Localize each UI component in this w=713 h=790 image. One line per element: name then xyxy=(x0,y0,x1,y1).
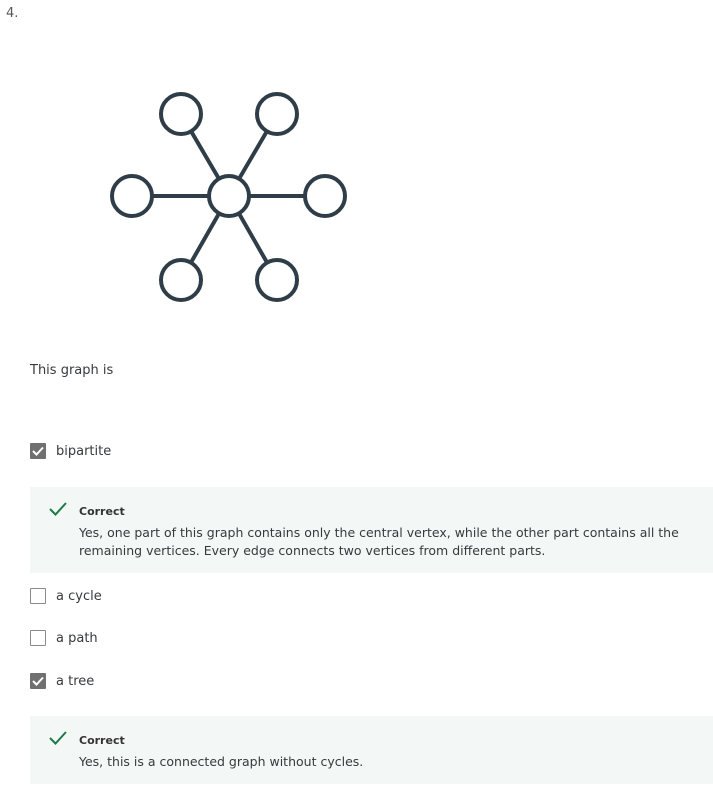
question-prompt: This graph is xyxy=(30,363,114,378)
feedback-text: Yes, this is a connected graph without c… xyxy=(79,754,364,769)
star-graph-figure xyxy=(110,92,347,302)
checkbox-unchecked[interactable] xyxy=(30,588,46,604)
option-label: a cycle xyxy=(56,588,102,604)
feedback-box: Correct Yes, one part of this graph cont… xyxy=(30,487,713,573)
option-label: bipartite xyxy=(56,443,112,459)
correct-check-icon xyxy=(49,502,67,516)
checkbox-unchecked[interactable] xyxy=(30,630,46,646)
feedback-status: Correct xyxy=(79,505,125,518)
graph-vertex-left xyxy=(110,174,154,218)
graph-vertex-top-right xyxy=(255,92,299,136)
checkbox-checked[interactable] xyxy=(30,673,46,689)
checkmark-icon xyxy=(32,676,44,686)
correct-check-icon xyxy=(49,731,67,745)
option-label: a tree xyxy=(56,673,95,689)
feedback-status: Correct xyxy=(79,734,125,747)
checkbox-checked[interactable] xyxy=(30,443,46,459)
graph-vertex-right xyxy=(303,174,347,218)
graph-vertex-bottom-left xyxy=(159,258,203,302)
graph-vertex-bottom-right xyxy=(255,258,299,302)
option-a-path[interactable]: a path xyxy=(30,630,98,646)
graph-vertex-top-left xyxy=(159,92,203,136)
feedback-box: Correct Yes, this is a connected graph w… xyxy=(30,716,713,784)
option-a-tree[interactable]: a tree xyxy=(30,673,94,689)
option-bipartite[interactable]: bipartite xyxy=(30,443,111,459)
option-label: a path xyxy=(56,630,98,646)
checkmark-icon xyxy=(32,446,44,456)
graph-vertex-center xyxy=(207,174,251,218)
feedback-text: Yes, one part of this graph contains onl… xyxy=(79,525,679,558)
option-a-cycle[interactable]: a cycle xyxy=(30,588,102,604)
